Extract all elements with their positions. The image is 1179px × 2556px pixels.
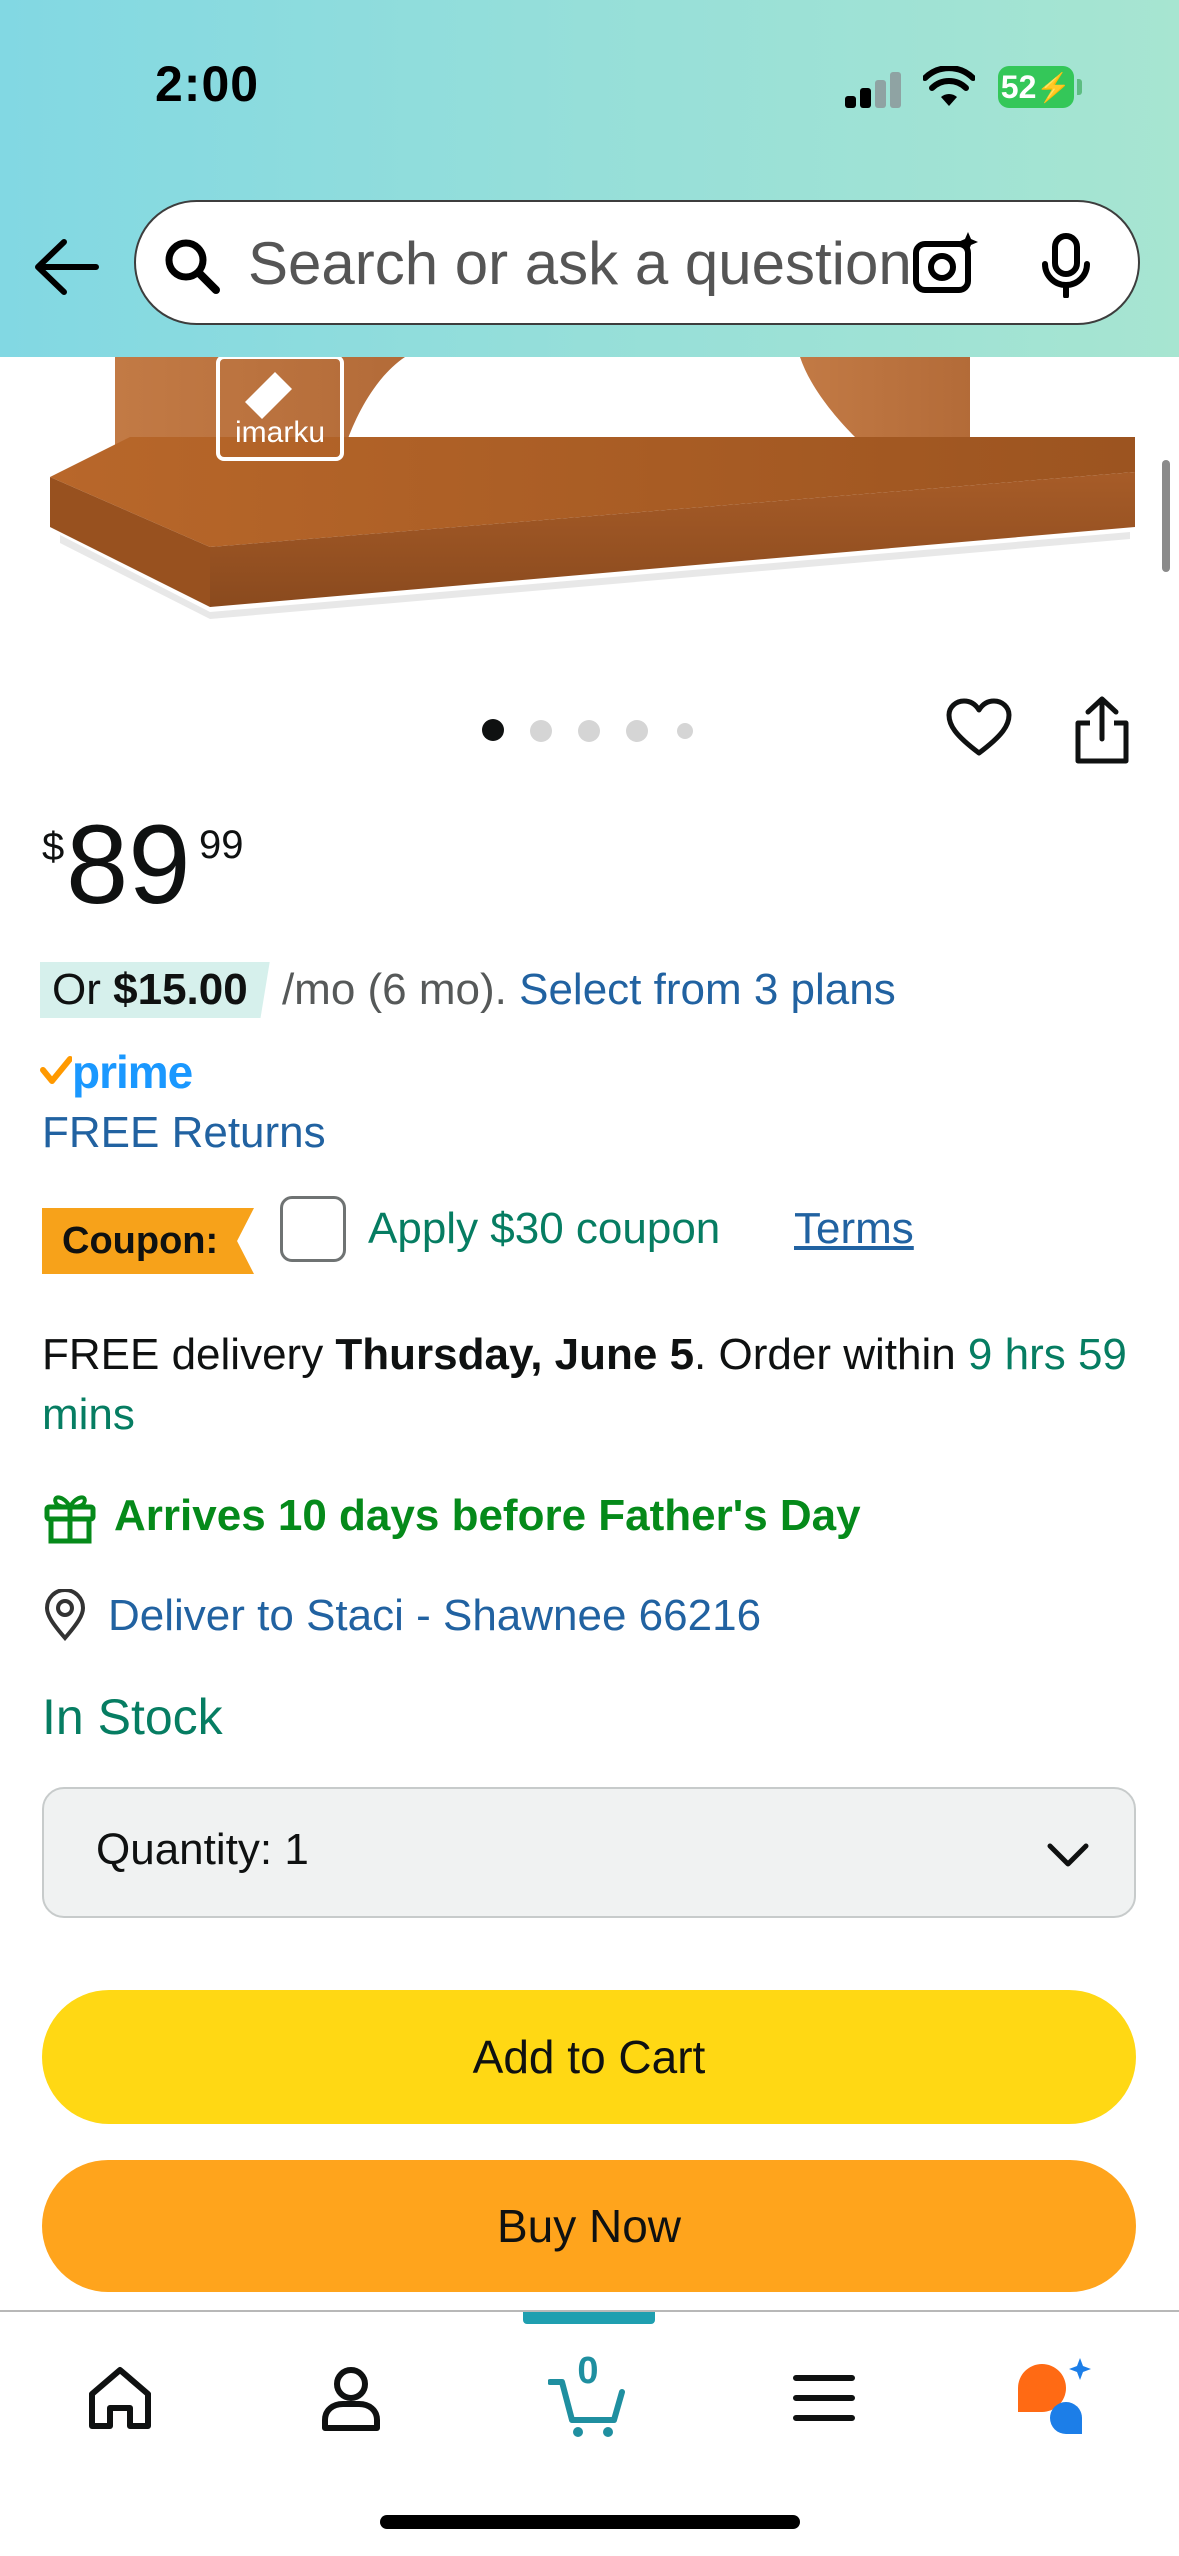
cart-tab[interactable]: 0 — [547, 2350, 628, 2438]
installment-offer: Or $15.00 /mo (6 mo). Select from 3 plan… — [40, 962, 896, 1018]
microphone-icon[interactable] — [1036, 232, 1096, 298]
status-time: 2:00 — [155, 56, 260, 112]
installment-prefix: Or — [52, 965, 101, 1014]
heart-icon[interactable] — [945, 697, 1013, 759]
delivery-info: FREE delivery Thursday, June 5. Order wi… — [42, 1325, 1142, 1445]
header: 2:00 52 ⚡ Search or ask a question — [0, 0, 1179, 357]
delivery-order-within: . Order within — [694, 1330, 956, 1379]
installment-amount: $15.00 — [113, 965, 248, 1014]
wifi-icon — [923, 66, 975, 106]
brand-logo-text: imarku — [235, 416, 325, 449]
pagination-dot[interactable] — [578, 720, 600, 742]
location-pin-icon — [44, 1589, 86, 1641]
chevron-down-icon — [1047, 1843, 1089, 1867]
pagination-dot[interactable] — [626, 720, 648, 742]
add-to-cart-button[interactable]: Add to Cart — [42, 1990, 1136, 2124]
prime-check-icon — [40, 1056, 72, 1084]
price-currency: $ — [42, 825, 65, 869]
quantity-value: 1 — [284, 1825, 309, 1874]
quantity-label-text: Quantity: — [96, 1825, 273, 1874]
delivery-prefix: FREE delivery — [42, 1330, 324, 1379]
menu-icon[interactable] — [784, 2358, 864, 2438]
buy-now-button[interactable]: Buy Now — [42, 2160, 1136, 2292]
pagination-dot[interactable] — [530, 720, 552, 742]
price-fraction: 99 — [199, 823, 244, 867]
home-indicator — [380, 2515, 800, 2529]
share-icon[interactable] — [1070, 695, 1134, 765]
delivery-date: Thursday, June 5 — [335, 1330, 695, 1379]
price-whole: 89 — [66, 802, 191, 927]
apply-coupon-label[interactable]: Apply $30 coupon — [368, 1204, 720, 1254]
pagination-dot[interactable] — [677, 723, 693, 739]
cellular-signal-icon — [845, 70, 905, 108]
free-returns-link[interactable]: FREE Returns — [42, 1108, 326, 1158]
quantity-select[interactable]: Quantity: 1 — [42, 1787, 1136, 1918]
battery-indicator: 52 ⚡ — [998, 66, 1074, 108]
coupon-checkbox[interactable] — [280, 1196, 346, 1262]
battery-nub — [1077, 79, 1082, 95]
camera-lens-icon[interactable] — [912, 230, 982, 296]
quantity-label: Quantity: 1 — [96, 1825, 309, 1875]
cart-count: 0 — [577, 2350, 599, 2392]
pagination-dot-active[interactable] — [482, 719, 504, 741]
scrollbar-thumb[interactable] — [1162, 460, 1170, 572]
search-icon — [165, 239, 220, 294]
search-bar[interactable]: Search or ask a question — [134, 200, 1140, 325]
installment-term: /mo (6 mo). — [281, 965, 507, 1014]
coupon-terms-link[interactable]: Terms — [794, 1204, 914, 1254]
battery-level: 52 — [1000, 68, 1037, 105]
select-plans-link[interactable]: Select from 3 plans — [519, 965, 896, 1014]
active-tab-indicator — [523, 2312, 655, 2324]
installment-badge: Or $15.00 — [40, 962, 270, 1018]
stock-status: In Stock — [42, 1689, 223, 1745]
gift-icon — [44, 1495, 96, 1544]
home-icon[interactable] — [80, 2358, 160, 2438]
deliver-to-link[interactable]: Deliver to Staci - Shawnee 66216 — [108, 1591, 761, 1641]
prime-label: prime — [72, 1046, 193, 1098]
rufus-ai-icon[interactable] — [1014, 2358, 1094, 2438]
product-image[interactable]: imarku — [0, 357, 1179, 627]
account-icon[interactable] — [311, 2358, 391, 2438]
knife-block-illustration: imarku — [50, 357, 1135, 619]
coupon-badge: Coupon: — [42, 1208, 254, 1274]
fathers-day-text: Arrives 10 days before Father's Day — [114, 1491, 861, 1540]
back-arrow-icon[interactable] — [30, 230, 104, 304]
